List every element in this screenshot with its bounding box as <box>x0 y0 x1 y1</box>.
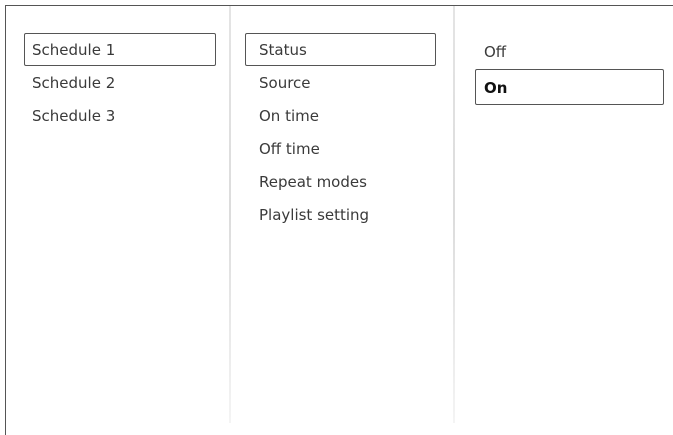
status-option-on[interactable]: On <box>475 69 664 105</box>
status-option-off[interactable]: Off <box>475 33 664 69</box>
setting-item-status[interactable]: Status <box>245 33 436 66</box>
setting-item-source[interactable]: Source <box>245 66 436 99</box>
setting-item-repeat-modes[interactable]: Repeat modes <box>245 165 436 198</box>
schedule-item-1[interactable]: Schedule 1 <box>24 33 216 66</box>
schedule-settings-list: Status Source On time Off time Repeat mo… <box>245 33 436 231</box>
column-divider <box>453 6 455 423</box>
status-options-list: Off On <box>475 33 664 105</box>
schedule-item-2[interactable]: Schedule 2 <box>24 66 216 99</box>
setting-item-playlist-setting[interactable]: Playlist setting <box>245 198 436 231</box>
schedule-item-3[interactable]: Schedule 3 <box>24 99 216 132</box>
setting-item-off-time[interactable]: Off time <box>245 132 436 165</box>
setting-item-on-time[interactable]: On time <box>245 99 436 132</box>
schedule-list: Schedule 1 Schedule 2 Schedule 3 <box>24 33 216 132</box>
column-divider <box>229 6 231 423</box>
